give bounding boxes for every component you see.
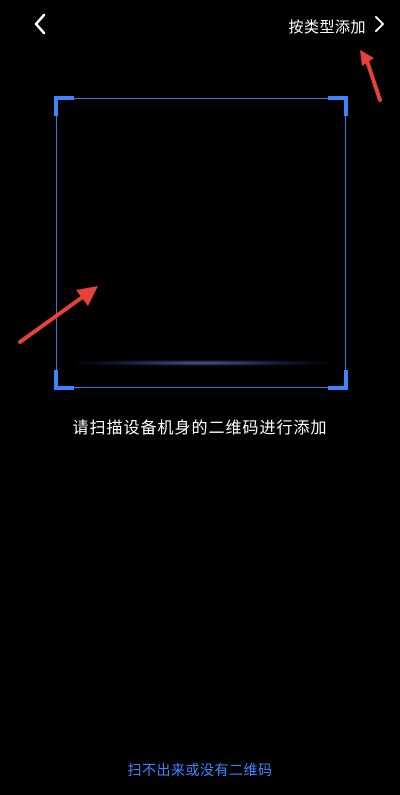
scan-corner-bottom-right	[328, 370, 348, 390]
qr-scan-frame	[54, 96, 348, 390]
annotation-arrow-icon	[360, 50, 382, 102]
scan-corner-top-left	[54, 96, 74, 116]
no-qr-code-link[interactable]: 扫不出来或没有二维码	[0, 760, 400, 780]
chevron-left-icon	[31, 12, 49, 40]
back-button[interactable]	[24, 10, 56, 42]
scan-frame-border	[56, 98, 346, 388]
scan-hint-text: 请扫描设备机身的二维码进行添加	[72, 418, 328, 437]
add-by-type-button[interactable]: 按类型添加	[288, 12, 386, 40]
chevron-right-icon	[372, 14, 386, 38]
scan-line	[74, 360, 328, 366]
scan-corner-bottom-left	[54, 370, 74, 390]
scan-corner-top-right	[328, 96, 348, 116]
add-by-type-label: 按类型添加	[288, 17, 366, 36]
